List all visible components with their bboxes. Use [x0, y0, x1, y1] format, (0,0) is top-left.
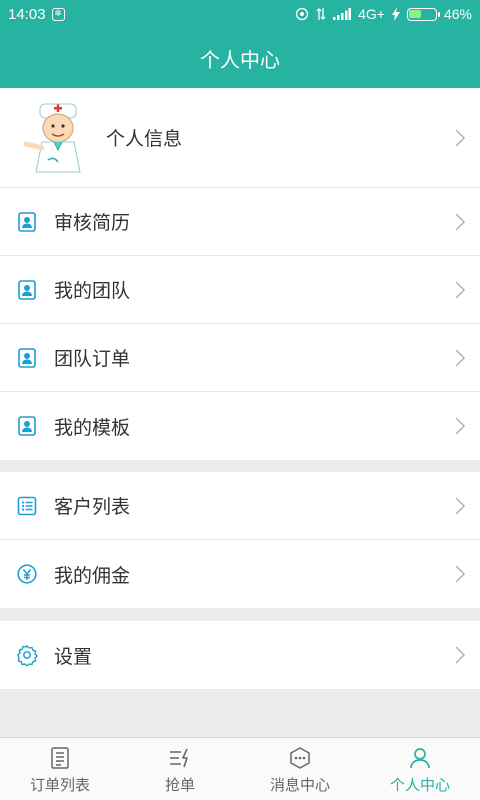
tab-grab-order[interactable]: 抢单	[120, 738, 240, 800]
chevron-right-icon	[455, 128, 466, 147]
tab-label: 消息中心	[269, 776, 330, 794]
menu-item-label: 我的模板	[54, 416, 131, 439]
menu-item-label: 审核简历	[54, 212, 131, 234]
chevron-right-icon	[455, 565, 466, 583]
menu-item-label: 客户列表	[54, 496, 131, 518]
bottom-tab-bar: 订单列表 抢单 消息中心 个人中心	[0, 737, 480, 800]
contact-card-icon	[18, 211, 36, 232]
tab-order-list[interactable]: 订单列表	[0, 738, 120, 800]
charging-icon	[391, 7, 400, 21]
app-notification-icon: ❄	[51, 7, 65, 21]
tab-label: 个人中心	[389, 776, 450, 794]
menu-item-label: 团队订单	[54, 348, 131, 370]
status-time: 14:03	[8, 5, 46, 23]
page-title: 个人中心	[200, 47, 280, 72]
contact-card-icon	[18, 279, 36, 300]
profile-row[interactable]: 个人信息	[0, 88, 480, 188]
menu-item-settings[interactable]: 设置	[0, 621, 480, 689]
chevron-right-icon	[455, 496, 466, 515]
chevron-right-icon	[455, 417, 466, 435]
chevron-right-icon	[455, 280, 466, 299]
menu-item-label: 我的团队	[54, 280, 131, 302]
hotspot-icon	[295, 7, 309, 21]
tab-label: 抢单	[164, 776, 195, 794]
yen-coin-icon	[17, 564, 37, 584]
chat-bubble-icon	[290, 747, 310, 769]
menu-item-team-orders[interactable]: 团队订单	[0, 324, 480, 392]
header: 个人中心	[0, 28, 480, 88]
data-transfer-icon	[316, 8, 326, 20]
menu-item-my-commission[interactable]: 我的佣金	[0, 540, 480, 608]
battery-fill	[409, 10, 421, 18]
chevron-right-icon	[455, 646, 466, 664]
status-bar: 14:03 ❄ 4G+ 46%	[0, 0, 480, 28]
list-icon	[17, 496, 37, 515]
doctor-avatar-icon	[23, 103, 81, 172]
status-right: 4G+ 46%	[295, 6, 472, 22]
contact-card-icon	[18, 416, 36, 436]
menu-group-1: 个人信息 审核简历 我的团队 团队订单 我的模板	[0, 88, 480, 460]
menu-group-2: 客户列表 我的佣金	[0, 472, 480, 608]
battery-icon	[406, 7, 440, 21]
signal-icon	[333, 8, 352, 20]
gear-icon	[17, 645, 38, 666]
tab-label: 订单列表	[29, 776, 90, 794]
menu-item-my-team[interactable]: 我的团队	[0, 256, 480, 324]
network-type: 4G+	[358, 6, 385, 22]
tab-message-center[interactable]: 消息中心	[240, 738, 360, 800]
chevron-right-icon	[455, 348, 466, 367]
menu-item-label: 我的佣金	[54, 564, 131, 587]
chevron-right-icon	[455, 212, 466, 231]
person-icon	[410, 748, 430, 769]
contact-card-icon	[18, 347, 36, 368]
menu-item-my-templates[interactable]: 我的模板	[0, 392, 480, 460]
menu-item-label: 设置	[54, 645, 93, 668]
document-list-icon	[51, 747, 69, 769]
menu-item-customer-list[interactable]: 客户列表	[0, 472, 480, 540]
profile-label: 个人信息	[106, 128, 183, 150]
menu-item-review-resume[interactable]: 审核简历	[0, 188, 480, 256]
battery-percent: 46%	[443, 6, 472, 22]
menu-group-3: 设置	[0, 621, 480, 689]
grab-order-icon	[170, 748, 188, 768]
tab-personal-center[interactable]: 个人中心	[360, 738, 480, 800]
